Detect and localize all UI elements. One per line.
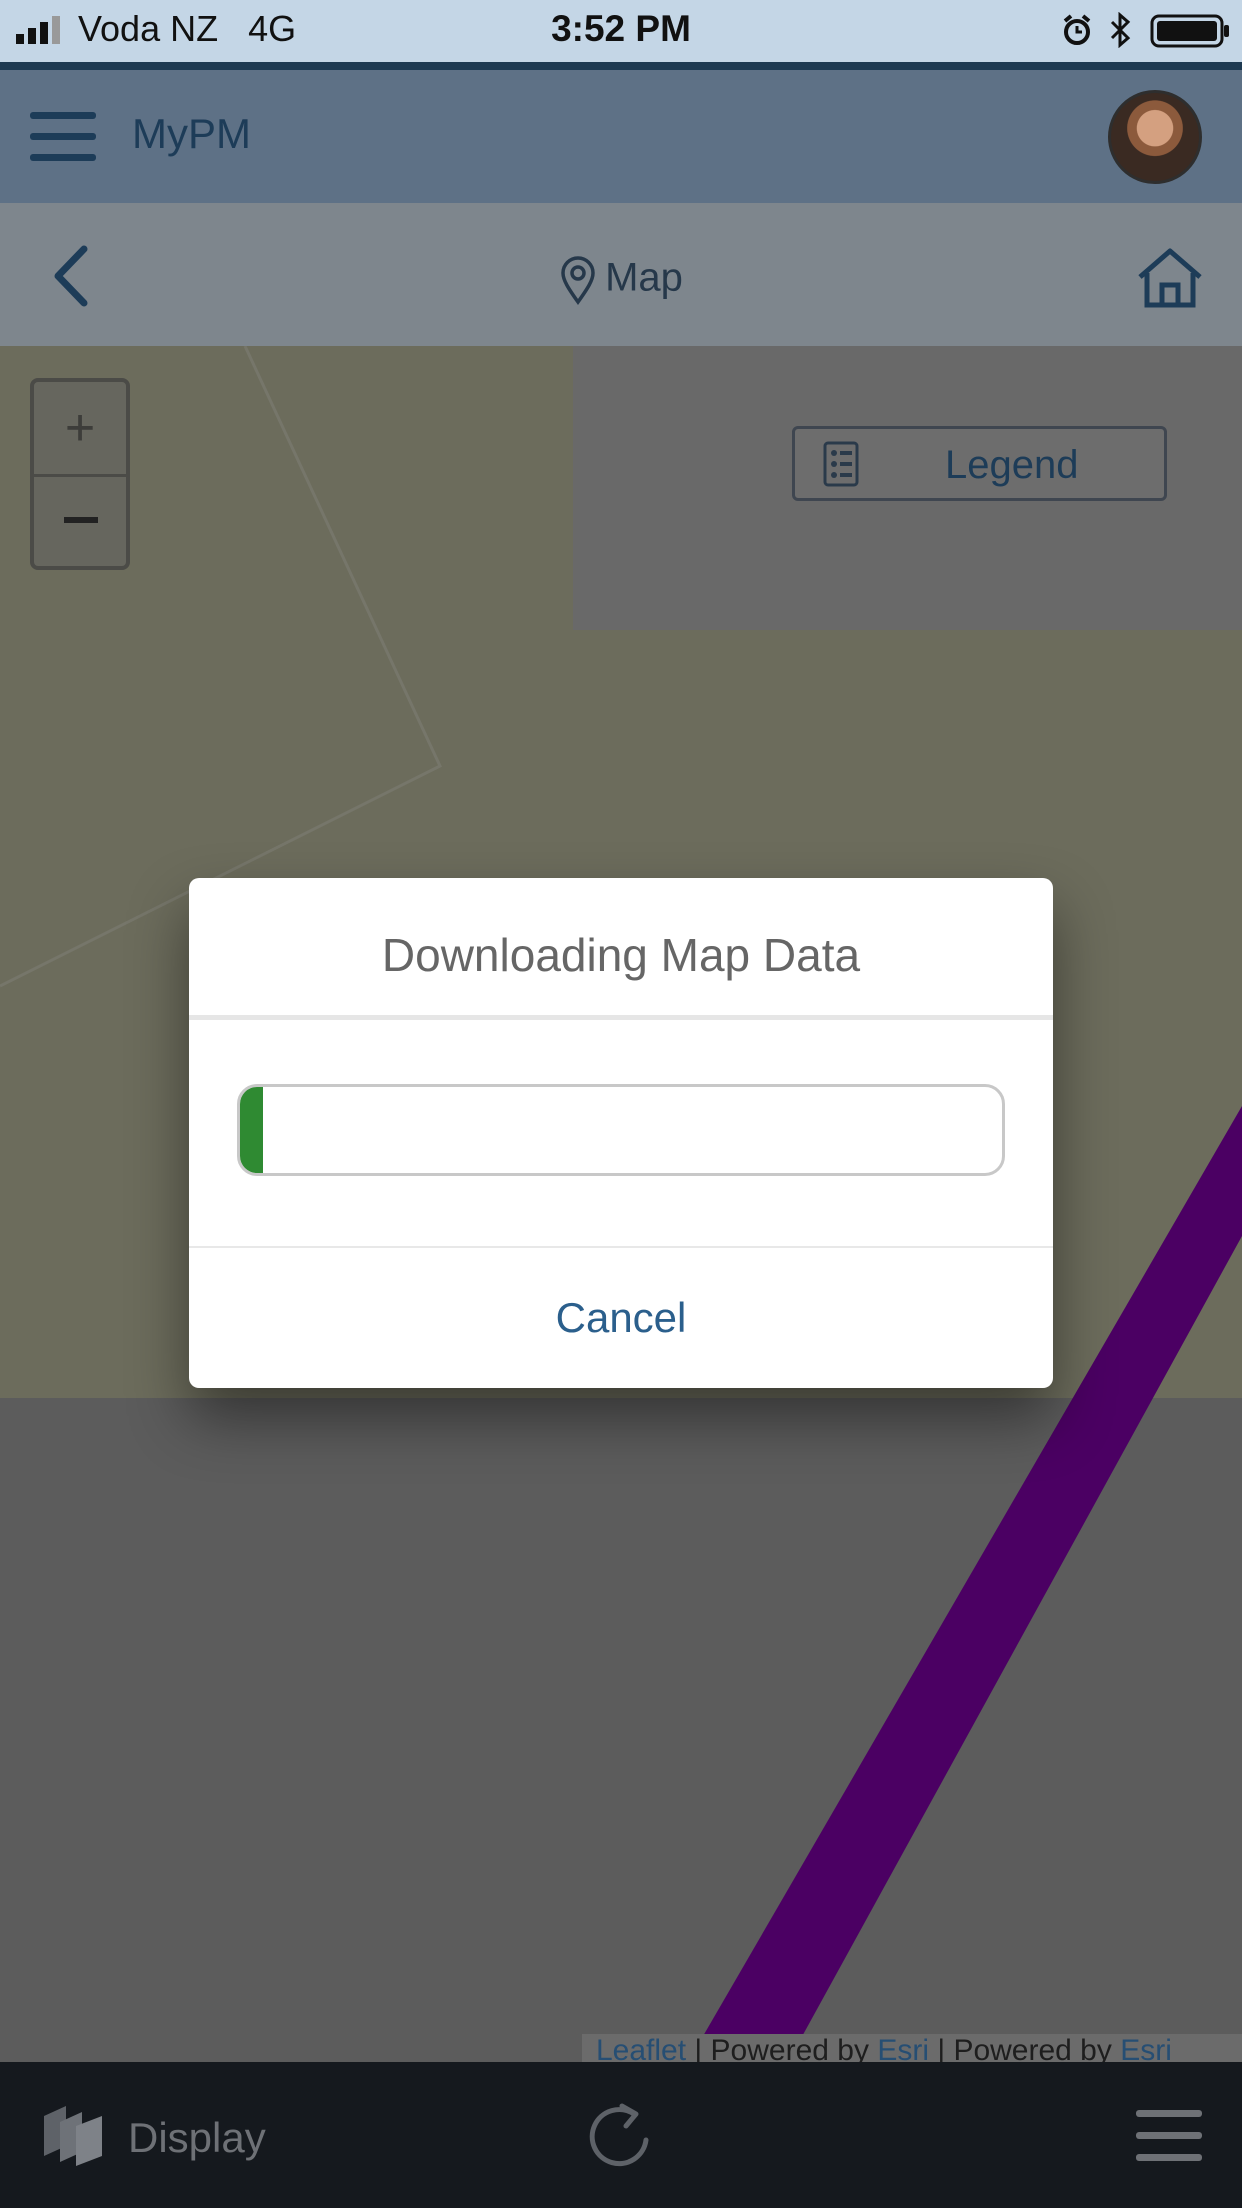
battery-icon — [1150, 14, 1229, 48]
attribution-text: | Powered by — [928, 2034, 1121, 2062]
status-time: 3:52 PM — [551, 8, 691, 49]
hamburger-icon[interactable] — [1136, 2110, 1202, 2162]
attribution-text: | Powered by — [686, 2034, 878, 2062]
esri-link[interactable]: Esri — [877, 2034, 929, 2062]
minus-icon — [64, 517, 98, 523]
bottom-toolbar: Display — [0, 2062, 1242, 2208]
status-divider — [0, 62, 1242, 70]
hamburger-icon[interactable] — [30, 112, 96, 162]
app-title: MyPM — [132, 110, 251, 157]
legend-label: Legend — [945, 443, 1079, 487]
page-header: Map — [0, 203, 1242, 346]
map-attribution: Leaflet | Powered by Esri | Powered by E… — [582, 2034, 1242, 2062]
download-dialog: Downloading Map Data Cancel — [189, 878, 1053, 1388]
page-title: Map — [0, 255, 1242, 306]
progress-bar — [237, 1084, 1005, 1176]
avatar[interactable] — [1108, 90, 1202, 184]
esri-link[interactable]: Esri — [1120, 2034, 1172, 2062]
bluetooth-icon — [1110, 12, 1131, 48]
app-header: MyPM — [0, 70, 1242, 203]
layers-icon[interactable] — [40, 2102, 106, 2168]
dialog-title: Downloading Map Data — [381, 929, 861, 981]
legend-button[interactable]: Legend — [792, 426, 1167, 501]
alarm-icon — [1063, 14, 1091, 45]
cancel-button[interactable]: Cancel — [189, 1248, 1053, 1388]
home-icon[interactable] — [1136, 247, 1204, 309]
status-bar: Voda NZ 4G 3:52 PM — [0, 0, 1242, 62]
legend-list-icon — [823, 441, 859, 487]
zoom-in-button[interactable]: + — [34, 382, 126, 477]
refresh-icon[interactable] — [588, 2100, 654, 2172]
map-pin-icon — [561, 256, 595, 306]
progress-fill — [240, 1087, 263, 1173]
dialog-divider — [189, 1015, 1053, 1020]
zoom-control: + — [30, 378, 130, 570]
zoom-out-button[interactable] — [34, 477, 126, 566]
display-button-label[interactable]: Display — [128, 2114, 266, 2162]
leaflet-link[interactable]: Leaflet — [596, 2034, 686, 2062]
